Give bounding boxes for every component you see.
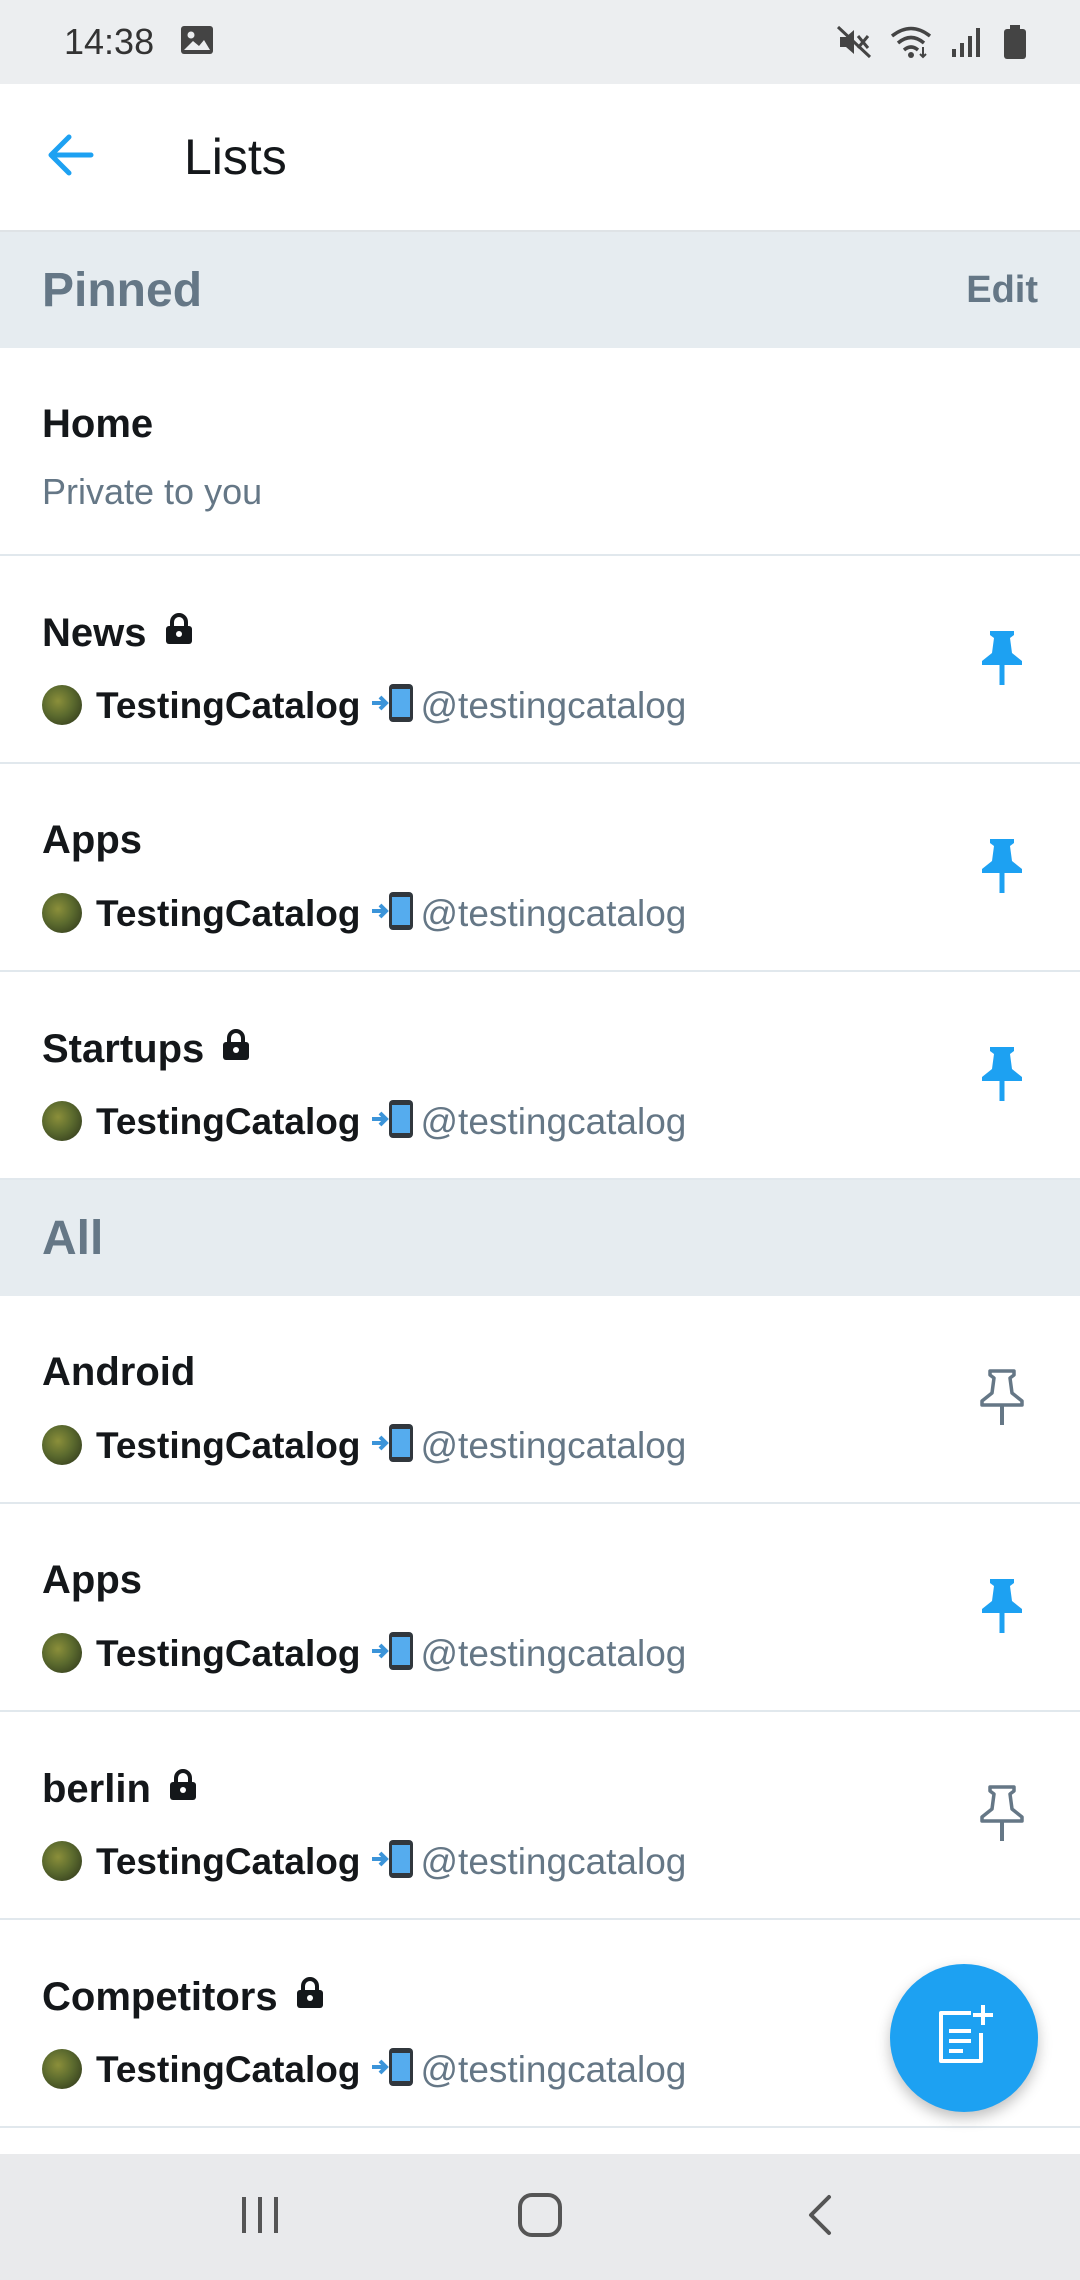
owner-name: TestingCatalog: [96, 1100, 361, 1142]
list-name: Apps: [42, 1558, 142, 1602]
list-row-home[interactable]: Home Private to you: [0, 348, 1080, 556]
mobile-phone-arrow-icon: [371, 1098, 417, 1144]
recent-apps-icon: [238, 2195, 282, 2240]
avatar: [42, 1425, 82, 1465]
home-button[interactable]: [480, 2167, 600, 2267]
pin-filled-icon: [978, 1577, 1026, 1640]
status-time: 14:38: [64, 21, 155, 62]
lock-icon: [220, 1028, 252, 1069]
pinned-section-title: Pinned: [42, 263, 203, 317]
all-section-title: All: [42, 1211, 104, 1265]
back-button[interactable]: [0, 83, 144, 231]
list-row-startups[interactable]: Startups TestingCatalog @testingcatalog: [0, 972, 1080, 1180]
list-row-apps-all[interactable]: Apps TestingCatalog @testingcatalog: [0, 1504, 1080, 1712]
home-icon: [517, 2192, 563, 2243]
mobile-phone-arrow-icon: [371, 2046, 417, 2092]
new-list-icon: [931, 2003, 997, 2074]
status-bar: 14:38: [0, 0, 1080, 84]
owner-name: TestingCatalog: [96, 2048, 361, 2090]
image-icon: [180, 25, 214, 60]
list-row-news[interactable]: News TestingCatalog @testingcatalog: [0, 556, 1080, 764]
back-icon: [805, 2193, 835, 2242]
list-name: Android: [42, 1350, 196, 1394]
unpin-button[interactable]: [970, 628, 1034, 692]
owner-handle: @testingcatalog: [420, 1840, 687, 1882]
mobile-phone-arrow-icon: [371, 682, 417, 728]
avatar: [42, 1841, 82, 1881]
new-list-button[interactable]: [890, 1964, 1038, 2112]
owner-handle: @testingcatalog: [420, 1100, 687, 1142]
recent-apps-button[interactable]: [200, 2167, 320, 2267]
app-screen: 14:38 Lists Pinned Edit Home Private to …: [0, 0, 1080, 2280]
mobile-phone-arrow-icon: [371, 1422, 417, 1468]
avatar: [42, 1101, 82, 1141]
pin-outline-icon: [978, 1368, 1026, 1432]
owner-name: TestingCatalog: [96, 684, 361, 726]
pinned-section-header: Pinned Edit: [0, 232, 1080, 348]
pin-button[interactable]: [970, 1784, 1034, 1848]
mobile-phone-arrow-icon: [371, 1838, 417, 1884]
pin-outline-icon: [978, 1784, 1026, 1848]
lock-icon: [163, 612, 195, 653]
pin-button[interactable]: [970, 1368, 1034, 1432]
owner-handle: @testingcatalog: [420, 1424, 687, 1466]
pin-filled-icon: [978, 1045, 1026, 1108]
system-back-button[interactable]: [760, 2167, 880, 2267]
lock-icon: [294, 1976, 326, 2017]
mobile-phone-arrow-icon: [371, 890, 417, 936]
avatar: [42, 685, 82, 725]
list-row-berlin[interactable]: berlin TestingCatalog @testingcatalog: [0, 1712, 1080, 1920]
page-title: Lists: [184, 129, 287, 185]
mobile-phone-arrow-icon: [371, 1630, 417, 1676]
list-name: Home: [42, 402, 154, 446]
wifi-icon: [890, 25, 932, 59]
avatar: [42, 893, 82, 933]
list-name: Apps: [42, 818, 142, 862]
system-nav-bar: [0, 2154, 1080, 2280]
list-row-android[interactable]: Android TestingCatalog @testingcatalog: [0, 1296, 1080, 1504]
lock-icon: [167, 1768, 199, 1809]
owner-handle: @testingcatalog: [420, 892, 687, 934]
list-name: News: [42, 610, 147, 655]
app-header: Lists: [0, 84, 1080, 232]
mute-icon: [836, 25, 872, 59]
arrow-left-icon: [45, 133, 95, 182]
pin-filled-icon: [978, 837, 1026, 900]
list-name: Competitors: [42, 1974, 278, 2019]
unpin-button[interactable]: [970, 1576, 1034, 1640]
pin-filled-icon: [978, 629, 1026, 692]
owner-handle: @testingcatalog: [420, 684, 687, 726]
avatar: [42, 1633, 82, 1673]
unpin-button[interactable]: [970, 836, 1034, 900]
avatar: [42, 2049, 82, 2089]
owner-name: TestingCatalog: [96, 1632, 361, 1674]
unpin-button[interactable]: [970, 1044, 1034, 1108]
owner-handle: @testingcatalog: [420, 2048, 687, 2090]
owner-name: TestingCatalog: [96, 1840, 361, 1882]
edit-pinned-button[interactable]: Edit: [966, 269, 1038, 312]
owner-handle: @testingcatalog: [420, 1632, 687, 1674]
owner-name: TestingCatalog: [96, 892, 361, 934]
owner-name: TestingCatalog: [96, 1424, 361, 1466]
list-name: Startups: [42, 1026, 205, 1071]
signal-icon: [950, 25, 984, 59]
all-section-header: All: [0, 1180, 1080, 1296]
list-subtitle: Private to you: [42, 471, 263, 512]
list-row-apps[interactable]: Apps TestingCatalog @testingcatalog: [0, 764, 1080, 972]
list-name: berlin: [42, 1766, 151, 1811]
battery-icon: [1002, 24, 1028, 60]
